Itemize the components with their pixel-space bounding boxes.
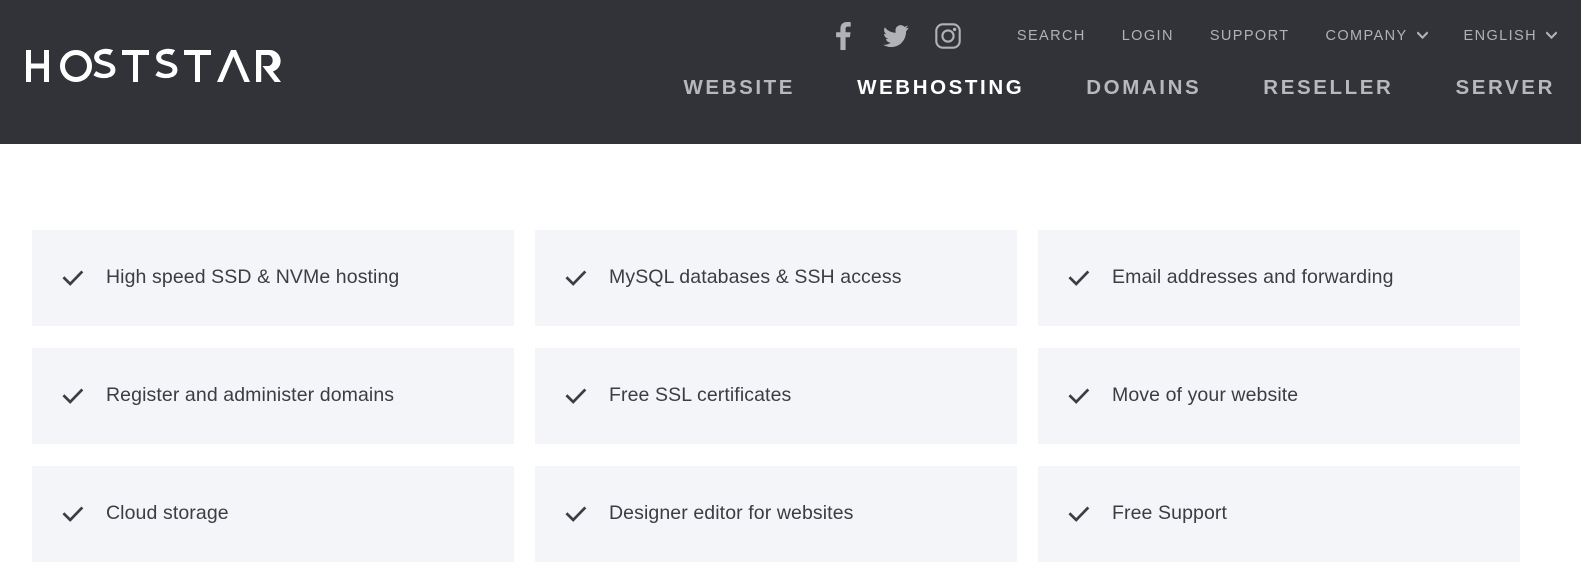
utility-link-login-label: LOGIN	[1121, 28, 1174, 44]
nav-item-server[interactable]: SERVER	[1424, 76, 1581, 100]
feature-card: Move of your website	[1038, 348, 1520, 444]
check-icon	[564, 384, 588, 408]
nav-item-reseller[interactable]: RESELLER	[1232, 76, 1424, 100]
nav-item-website[interactable]: WEBSITE	[652, 76, 826, 100]
check-icon	[61, 266, 85, 290]
utility-link-search-label: SEARCH	[1016, 28, 1086, 44]
feature-card: MySQL databases & SSH access	[535, 230, 1017, 326]
utility-bar: SEARCH LOGIN SUPPORT COMPANY ENGLISH	[831, 18, 1581, 54]
feature-label: Free SSL certificates	[609, 384, 792, 407]
feature-label: Register and administer domains	[106, 384, 395, 407]
check-icon	[564, 502, 588, 526]
brand-logo[interactable]	[26, 46, 288, 86]
nav-item-domains[interactable]: DOMAINS	[1055, 76, 1232, 100]
check-icon	[1067, 502, 1091, 526]
facebook-icon[interactable]	[831, 22, 857, 50]
utility-link-search[interactable]: SEARCH	[999, 28, 1104, 44]
feature-label: Designer editor for websites	[609, 502, 854, 525]
utility-link-support-label: SUPPORT	[1209, 28, 1290, 44]
feature-grid: High speed SSD & NVMe hosting MySQL data…	[32, 230, 1521, 562]
feature-label: Email addresses and forwarding	[1112, 266, 1394, 289]
nav-item-webhosting[interactable]: WEBHOSTING	[826, 76, 1055, 100]
chevron-down-icon	[1416, 30, 1428, 41]
utility-link-language-label: ENGLISH	[1463, 28, 1537, 44]
social-links	[831, 22, 961, 50]
utility-link-company-label: COMPANY	[1325, 28, 1408, 44]
feature-label: MySQL databases & SSH access	[609, 266, 902, 289]
twitter-icon[interactable]	[882, 22, 909, 50]
feature-card: Designer editor for websites	[535, 466, 1017, 562]
utility-link-company[interactable]: COMPANY	[1307, 28, 1445, 44]
feature-card: High speed SSD & NVMe hosting	[32, 230, 514, 326]
site-header: SEARCH LOGIN SUPPORT COMPANY ENGLISH WEB…	[0, 0, 1581, 144]
main-navigation: WEBSITE WEBHOSTING DOMAINS RESELLER SERV…	[652, 76, 1581, 100]
utility-link-language[interactable]: ENGLISH	[1446, 28, 1581, 44]
feature-label: Cloud storage	[106, 502, 229, 525]
feature-card: Free SSL certificates	[535, 348, 1017, 444]
chevron-down-icon	[1546, 30, 1557, 41]
check-icon	[61, 502, 85, 526]
check-icon	[1067, 266, 1091, 290]
feature-card: Register and administer domains	[32, 348, 514, 444]
utility-link-login[interactable]: LOGIN	[1104, 28, 1192, 44]
feature-card: Email addresses and forwarding	[1038, 230, 1520, 326]
feature-card: Free Support	[1038, 466, 1520, 562]
feature-label: Free Support	[1112, 502, 1228, 525]
instagram-icon[interactable]	[935, 22, 961, 50]
check-icon	[564, 266, 588, 290]
check-icon	[61, 384, 85, 408]
check-icon	[1067, 384, 1091, 408]
feature-label: High speed SSD & NVMe hosting	[106, 266, 400, 289]
utility-link-support[interactable]: SUPPORT	[1192, 28, 1308, 44]
feature-card: Cloud storage	[32, 466, 514, 562]
feature-label: Move of your website	[1112, 384, 1299, 407]
